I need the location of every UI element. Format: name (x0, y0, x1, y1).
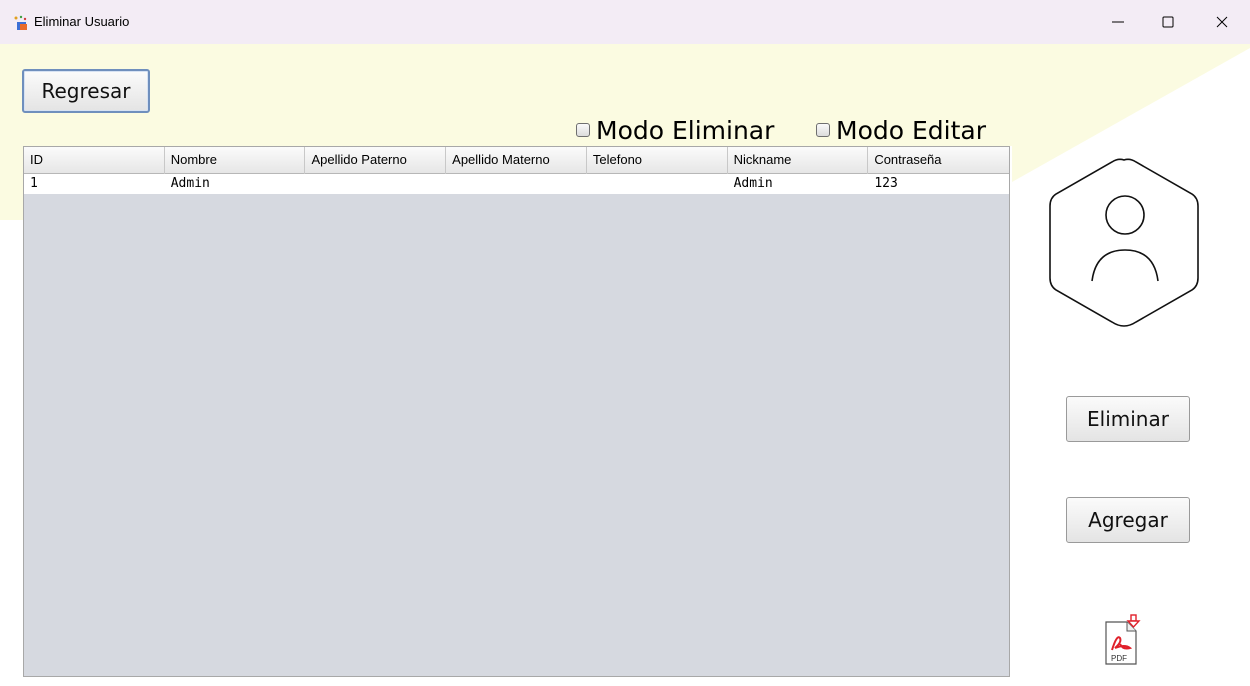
agregar-button[interactable]: Agregar (1066, 497, 1190, 543)
eliminar-button[interactable]: Eliminar (1066, 396, 1190, 442)
cell-nombre[interactable]: Admin (165, 174, 306, 194)
user-avatar-icon (1049, 158, 1199, 327)
column-header-id[interactable]: ID (24, 147, 165, 174)
modo-editar-checkbox[interactable]: Modo Editar (816, 115, 986, 145)
checkbox-box[interactable] (816, 123, 830, 137)
checkbox-box[interactable] (576, 123, 590, 137)
maximize-button[interactable] (1142, 0, 1194, 44)
cell-id[interactable]: 1 (24, 174, 165, 194)
close-icon (1216, 16, 1228, 28)
table-body: 1 Admin Admin 123 (24, 174, 1009, 194)
regresar-button[interactable]: Regresar (22, 69, 150, 113)
table-header: ID Nombre Apellido Paterno Apellido Mate… (24, 147, 1009, 174)
column-header-nombre[interactable]: Nombre (165, 147, 306, 174)
modo-eliminar-label: Modo Eliminar (596, 115, 775, 145)
cell-apellido-materno[interactable] (446, 174, 587, 194)
cell-telefono[interactable] (587, 174, 728, 194)
column-header-telefono[interactable]: Telefono (587, 147, 728, 174)
modo-editar-label: Modo Editar (836, 115, 986, 145)
cell-nickname[interactable]: Admin (728, 174, 869, 194)
column-header-apellido-paterno[interactable]: Apellido Paterno (305, 147, 447, 174)
minimize-button[interactable] (1092, 0, 1144, 44)
table-row[interactable]: 1 Admin Admin 123 (24, 174, 1009, 194)
pdf-label: PDF (1111, 654, 1127, 663)
pdf-export-icon[interactable]: PDF (1103, 614, 1143, 666)
window-title: Eliminar Usuario (34, 14, 130, 29)
column-header-apellido-materno[interactable]: Apellido Materno (446, 147, 587, 174)
users-table[interactable]: ID Nombre Apellido Paterno Apellido Mate… (23, 146, 1010, 677)
title-bar: Eliminar Usuario (0, 0, 1250, 44)
column-header-nickname[interactable]: Nickname (728, 147, 869, 174)
cell-contrasena[interactable]: 123 (868, 174, 1009, 194)
modo-eliminar-checkbox[interactable]: Modo Eliminar (576, 115, 775, 145)
cell-apellido-paterno[interactable] (305, 174, 446, 194)
minimize-icon (1112, 21, 1124, 23)
close-button[interactable] (1196, 0, 1248, 44)
app-icon (14, 15, 27, 30)
column-header-contrasena[interactable]: Contraseña (868, 147, 1009, 174)
maximize-icon (1162, 16, 1174, 28)
